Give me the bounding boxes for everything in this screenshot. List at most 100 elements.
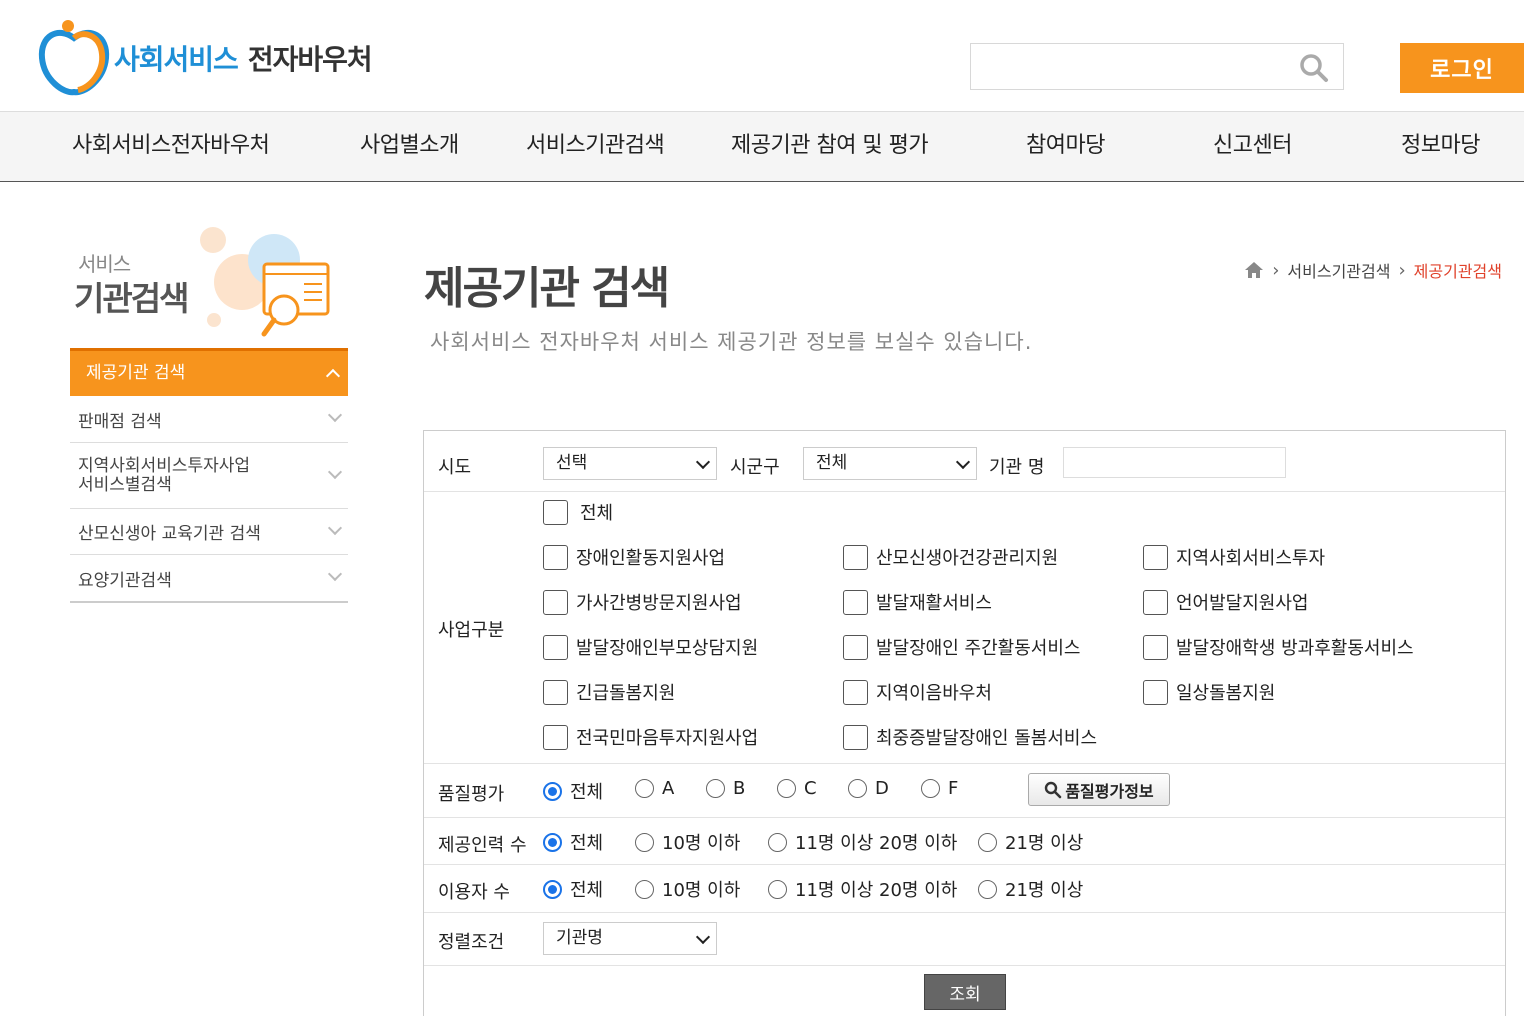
home-icon[interactable] bbox=[1244, 261, 1264, 279]
page-title: 제공기관 검색 bbox=[424, 263, 670, 314]
radio-label: 전체 bbox=[570, 880, 604, 901]
checkbox-icon bbox=[543, 499, 568, 525]
login-button[interactable]: 로그인 bbox=[1400, 43, 1524, 93]
breadcrumb-item[interactable]: 서비스기관검색 bbox=[1287, 258, 1390, 282]
staff-row: 제공인력 수 전체 10명 이하 11명 이상 20명 이하 21명 이상 bbox=[424, 818, 1505, 865]
checkbox-label: 발달장애인부모상담지원 bbox=[576, 638, 759, 659]
business-checkbox[interactable]: 산모신생아건강관리지원 bbox=[843, 544, 1058, 570]
region-row: 시도 선택 시군구 전체 기관 명 bbox=[424, 431, 1505, 492]
business-checkbox-all[interactable]: 전체 bbox=[543, 499, 613, 525]
radio-label: 10명 이하 bbox=[662, 833, 741, 854]
checkbox-label: 가사간병방문지원사업 bbox=[576, 593, 742, 614]
breadcrumb: › 서비스기관검색 › 제공기관검색 bbox=[1244, 258, 1502, 282]
checkbox-icon bbox=[543, 544, 568, 570]
chevron-right-icon: › bbox=[1398, 259, 1406, 281]
business-checkbox[interactable]: 발달장애학생 방과후활동서비스 bbox=[1143, 634, 1414, 660]
radio-icon bbox=[768, 879, 787, 899]
side-menu-item-label: 지역사회서비스투자사업 bbox=[78, 455, 251, 476]
checkbox-icon bbox=[843, 589, 868, 615]
breadcrumb-current: 제공기관검색 bbox=[1413, 262, 1502, 281]
quality-radio-d[interactable]: D bbox=[848, 778, 889, 799]
chevron-down-icon bbox=[955, 454, 971, 470]
quality-radio-f[interactable]: F bbox=[921, 778, 958, 799]
staff-radio-11to20[interactable]: 11명 이상 20명 이하 bbox=[768, 829, 957, 855]
business-checkbox[interactable]: 지역이음바우처 bbox=[843, 679, 992, 705]
business-checkbox[interactable]: 전국민마음투자지원사업 bbox=[543, 724, 758, 750]
users-radio-11to20[interactable]: 11명 이상 20명 이하 bbox=[768, 876, 957, 902]
side-menu-item-label-line2: 서비스별검색 bbox=[78, 474, 172, 495]
nav-item-info[interactable]: 정보마당 bbox=[1401, 112, 1480, 182]
sigungu-select-value: 전체 bbox=[816, 453, 848, 473]
nav-item-voucher[interactable]: 사회서비스전자바우처 bbox=[72, 112, 270, 182]
users-radio-all[interactable]: 전체 bbox=[543, 876, 603, 902]
site-logo[interactable]: 사회서비스 전자바우처 bbox=[38, 18, 373, 98]
nav-item-org-search[interactable]: 서비스기관검색 bbox=[526, 112, 665, 182]
org-name-input[interactable] bbox=[1063, 447, 1286, 478]
nav-item-business[interactable]: 사업별소개 bbox=[360, 112, 459, 182]
checkbox-icon bbox=[543, 724, 568, 750]
business-checkbox[interactable]: 발달장애인 주간활동서비스 bbox=[843, 634, 1080, 660]
staff-radio-under10[interactable]: 10명 이하 bbox=[635, 829, 740, 855]
quality-info-button[interactable]: 품질평가정보 bbox=[1028, 773, 1170, 806]
staff-radio-over21[interactable]: 21명 이상 bbox=[978, 829, 1083, 855]
checkbox-label: 발달장애학생 방과후활동서비스 bbox=[1176, 638, 1414, 659]
business-checkbox[interactable]: 언어발달지원사업 bbox=[1143, 589, 1308, 615]
checkbox-label: 전체 bbox=[580, 503, 614, 524]
search-submit-button[interactable]: 조회 bbox=[924, 974, 1006, 1010]
staff-label: 제공인력 수 bbox=[438, 835, 527, 856]
radio-icon bbox=[978, 879, 997, 899]
business-checkbox[interactable]: 지역사회서비스투자 bbox=[1143, 544, 1325, 570]
radio-label: A bbox=[662, 778, 675, 799]
checkbox-icon bbox=[543, 634, 568, 660]
quality-radio-c[interactable]: C bbox=[777, 778, 817, 799]
radio-icon bbox=[768, 832, 787, 852]
sort-label: 정렬조건 bbox=[438, 932, 505, 953]
users-row: 이용자 수 전체 10명 이하 11명 이상 20명 이하 21명 이상 bbox=[424, 865, 1505, 913]
quality-radio-b[interactable]: B bbox=[706, 778, 745, 799]
staff-radio-all[interactable]: 전체 bbox=[543, 829, 603, 855]
logo-mark-icon bbox=[38, 20, 110, 96]
chevron-down-icon bbox=[328, 467, 340, 479]
users-radio-over21[interactable]: 21명 이상 bbox=[978, 876, 1083, 902]
sort-select[interactable]: 기관명 bbox=[543, 922, 717, 955]
checkbox-icon bbox=[843, 634, 868, 660]
nav-item-report[interactable]: 신고센터 bbox=[1213, 112, 1292, 182]
radio-label: 전체 bbox=[570, 782, 604, 803]
radio-label: 21명 이상 bbox=[1005, 833, 1084, 854]
checkbox-icon bbox=[1143, 544, 1168, 570]
sido-select[interactable]: 선택 bbox=[543, 447, 717, 480]
business-checkbox[interactable]: 최중증발달장애인 돌봄서비스 bbox=[843, 724, 1097, 750]
checkbox-label: 최중증발달장애인 돌봄서비스 bbox=[876, 728, 1098, 749]
site-search-input[interactable] bbox=[970, 43, 1344, 90]
quality-radio-all[interactable]: 전체 bbox=[543, 778, 603, 804]
business-checkbox[interactable]: 발달재활서비스 bbox=[843, 589, 992, 615]
checkbox-icon bbox=[1143, 589, 1168, 615]
business-checkbox[interactable]: 발달장애인부모상담지원 bbox=[543, 634, 758, 660]
quality-radio-a[interactable]: A bbox=[635, 778, 674, 799]
business-checkbox[interactable]: 가사간병방문지원사업 bbox=[543, 589, 742, 615]
search-icon[interactable] bbox=[1299, 53, 1329, 83]
side-menu-item-store[interactable]: 판매점 검색 bbox=[70, 396, 348, 443]
checkbox-label: 긴급돌봄지원 bbox=[576, 683, 676, 704]
business-checkbox[interactable]: 장애인활동지원사업 bbox=[543, 544, 725, 570]
checkbox-label: 지역사회서비스투자 bbox=[1176, 548, 1326, 569]
business-checkbox[interactable]: 일상돌봄지원 bbox=[1143, 679, 1275, 705]
nav-item-participation[interactable]: 제공기관 참여 및 평가 bbox=[731, 112, 929, 182]
sigungu-select[interactable]: 전체 bbox=[803, 447, 977, 480]
users-radio-under10[interactable]: 10명 이하 bbox=[635, 876, 740, 902]
radio-icon bbox=[848, 779, 867, 798]
side-menu-item-maternity-edu[interactable]: 산모신생아 교육기관 검색 bbox=[70, 509, 348, 555]
business-checkbox[interactable]: 긴급돌봄지원 bbox=[543, 679, 675, 705]
radio-icon bbox=[978, 832, 997, 852]
side-menu-item-community-service[interactable]: 지역사회서비스투자사업 서비스별검색 bbox=[70, 443, 348, 509]
side-menu-item-active[interactable]: 제공기관 검색 bbox=[70, 348, 348, 396]
org-name-label: 기관 명 bbox=[989, 457, 1045, 478]
nav-item-community[interactable]: 참여마당 bbox=[1026, 112, 1105, 182]
radio-label: C bbox=[804, 778, 817, 799]
radio-selected-icon bbox=[543, 832, 562, 852]
side-menu-item-care[interactable]: 요양기관검색 bbox=[70, 555, 348, 603]
checkbox-icon bbox=[843, 544, 868, 570]
lnb-title-big: 기관검색 bbox=[74, 279, 189, 318]
radio-label: 전체 bbox=[570, 833, 604, 854]
checkbox-label: 일상돌봄지원 bbox=[1176, 683, 1276, 704]
